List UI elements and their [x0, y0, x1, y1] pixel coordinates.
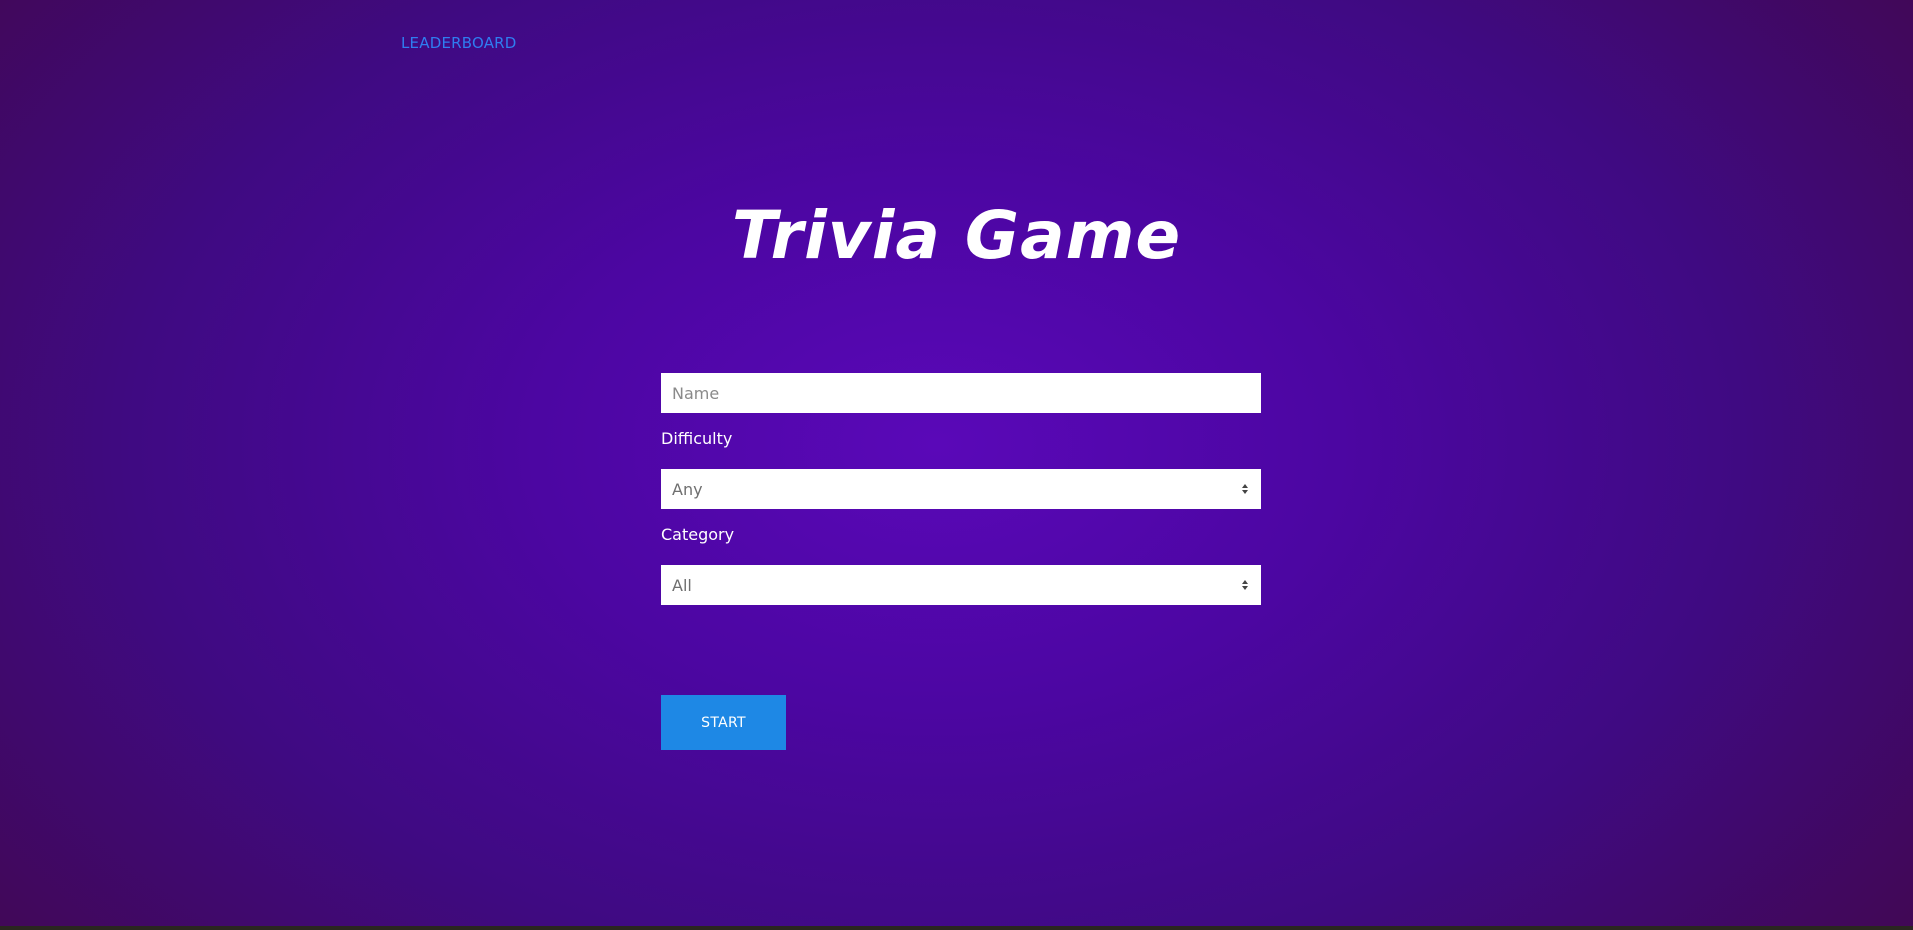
page-title: Trivia Game [731, 197, 1182, 274]
select-arrows-icon [1242, 580, 1248, 590]
page: LEADERBOARD Trivia Game Difficulty Any C… [0, 0, 1913, 926]
difficulty-select[interactable]: Any [661, 469, 1261, 509]
difficulty-select-value: Any [672, 479, 703, 499]
name-input[interactable] [661, 373, 1261, 413]
start-button[interactable]: START [661, 695, 786, 750]
category-select-value: All [672, 575, 692, 595]
leaderboard-link[interactable]: LEADERBOARD [401, 34, 517, 52]
bottom-divider [0, 926, 1913, 930]
game-setup-form: Difficulty Any Category All START [661, 373, 1261, 750]
difficulty-label: Difficulty [661, 429, 733, 448]
select-arrows-icon [1242, 484, 1248, 494]
category-label: Category [661, 525, 735, 544]
category-select[interactable]: All [661, 565, 1261, 605]
